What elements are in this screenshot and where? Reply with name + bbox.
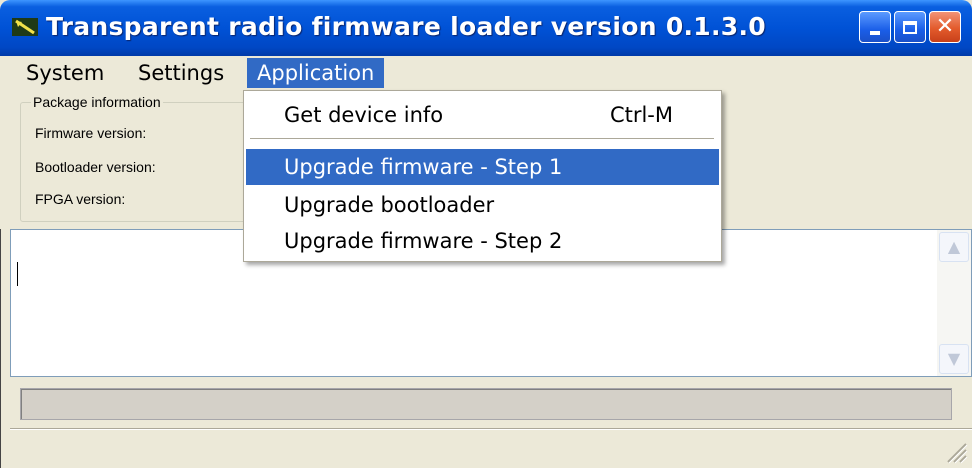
vertical-scrollbar[interactable]: ▲ ▼ <box>937 230 971 376</box>
package-information-group: Package information Firmware version: Bo… <box>20 94 248 222</box>
maximize-icon <box>903 20 917 34</box>
scroll-down-button[interactable]: ▼ <box>939 344 969 374</box>
firmware-version-label: Firmware version: <box>35 125 147 141</box>
upgrade-firmware-step-1-label: Upgrade firmware - Step 1 <box>284 155 563 179</box>
application-menu-dropdown: Get device info Ctrl-M Upgrade firmware … <box>243 90 722 262</box>
menu-bar: System Settings Application <box>0 56 972 88</box>
antenna-icon <box>12 18 38 36</box>
progress-bar <box>20 388 952 420</box>
minimize-button[interactable] <box>859 11 891 43</box>
window-title: Transparent radio firmware loader versio… <box>46 12 766 41</box>
chevron-down-icon: ▼ <box>947 349 961 368</box>
get-device-info-shortcut: Ctrl-M <box>609 103 673 127</box>
window-left-edge <box>0 229 10 468</box>
menu-item-upgrade-firmware-step-1[interactable]: Upgrade firmware - Step 1 <box>246 149 719 185</box>
menu-system[interactable]: System <box>16 58 114 88</box>
menu-item-get-device-info[interactable]: Get device info Ctrl-M <box>246 97 719 133</box>
chevron-up-icon: ▲ <box>947 237 961 256</box>
title-bar[interactable]: Transparent radio firmware loader versio… <box>0 0 972 56</box>
text-caret <box>17 262 18 286</box>
menu-settings[interactable]: Settings <box>128 58 234 88</box>
resize-grip-icon[interactable] <box>944 440 968 464</box>
maximize-button[interactable] <box>894 11 926 43</box>
upgrade-bootloader-label: Upgrade bootloader <box>284 193 495 217</box>
package-information-legend: Package information <box>31 94 163 110</box>
get-device-info-label: Get device info <box>284 103 444 127</box>
bootloader-version-label: Bootloader version: <box>35 159 156 175</box>
scroll-up-button[interactable]: ▲ <box>939 232 969 262</box>
fpga-version-label: FPGA version: <box>35 191 126 207</box>
menu-item-upgrade-firmware-step-2[interactable]: Upgrade firmware - Step 2 <box>246 223 719 259</box>
menu-item-upgrade-bootloader[interactable]: Upgrade bootloader <box>246 187 719 223</box>
menu-application[interactable]: Application <box>247 58 385 88</box>
upgrade-firmware-step-2-label: Upgrade firmware - Step 2 <box>284 229 563 253</box>
minimize-icon <box>870 31 880 35</box>
close-icon: ✕ <box>935 14 955 39</box>
menu-separator <box>250 138 714 140</box>
status-separator <box>10 428 972 430</box>
close-button[interactable]: ✕ <box>929 11 961 43</box>
